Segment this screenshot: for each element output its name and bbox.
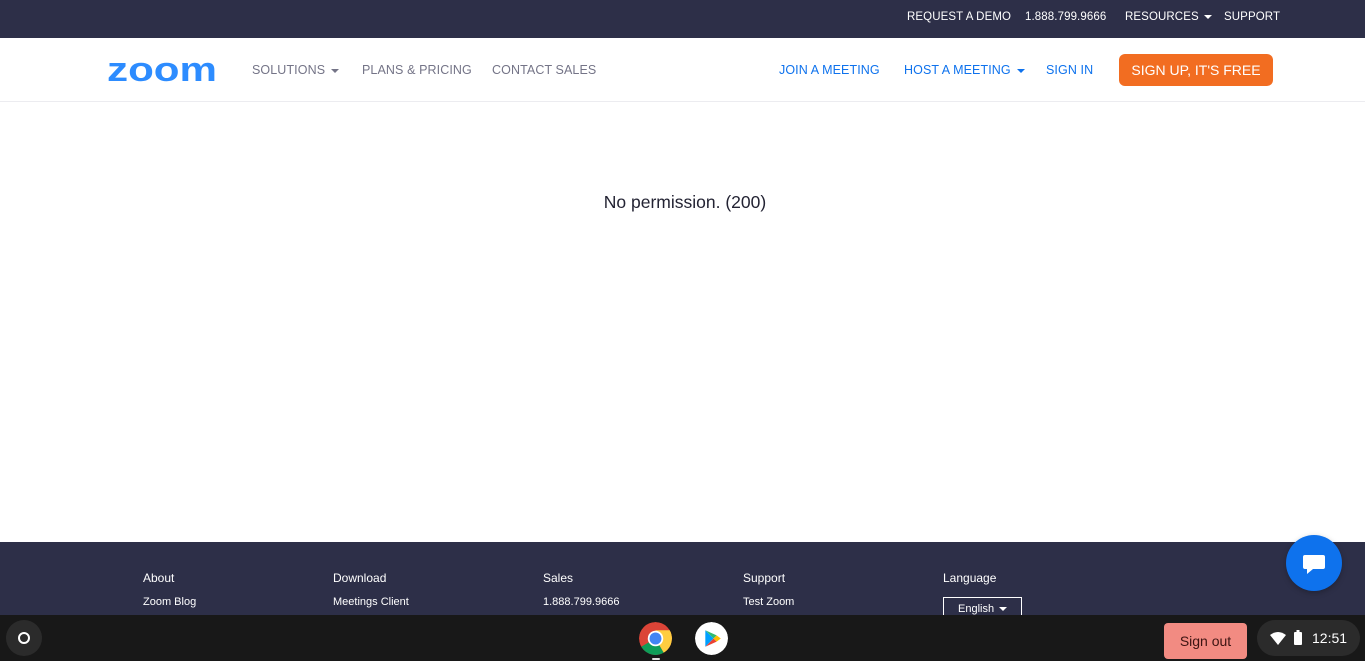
main-navbar: zoom SOLUTIONS PLANS & PRICING CONTACT S…: [0, 38, 1365, 102]
plans-pricing-link[interactable]: PLANS & PRICING: [362, 63, 472, 77]
top-utility-bar: REQUEST A DEMO 1.888.799.9666 RESOURCES …: [0, 0, 1365, 38]
chrome-icon[interactable]: [639, 622, 672, 655]
footer-heading-language: Language: [943, 571, 997, 585]
phone-link[interactable]: 1.888.799.9666: [1025, 11, 1106, 23]
sign-out-button[interactable]: Sign out: [1164, 623, 1247, 659]
chevron-down-icon: [1203, 14, 1212, 19]
chevron-down-icon: [1016, 68, 1025, 73]
zoom-blog-link[interactable]: Zoom Blog: [143, 596, 196, 608]
language-selected: English: [958, 603, 995, 615]
launcher-button[interactable]: [6, 620, 42, 656]
footer-col-sales: Sales 1.888.799.9666: [543, 571, 619, 608]
chat-icon: [1303, 555, 1325, 574]
system-tray[interactable]: 12:51: [1257, 620, 1360, 656]
sign-in-link[interactable]: SIGN IN: [1046, 63, 1093, 77]
footer-col-about: About Zoom Blog: [143, 571, 196, 608]
chevron-down-icon: [331, 68, 340, 73]
resources-label: RESOURCES: [1125, 11, 1199, 23]
wifi-icon: [1270, 632, 1286, 645]
battery-icon: [1294, 630, 1302, 645]
footer: About Zoom Blog Download Meetings Client…: [0, 542, 1365, 619]
request-demo-link[interactable]: REQUEST A DEMO: [907, 11, 1011, 23]
active-app-indicator: [652, 658, 660, 660]
solutions-menu[interactable]: SOLUTIONS: [252, 63, 340, 77]
footer-col-support: Support Test Zoom: [743, 571, 794, 608]
logo-text: zoom: [107, 55, 217, 85]
chat-button[interactable]: [1286, 535, 1342, 591]
contact-sales-link[interactable]: CONTACT SALES: [492, 63, 596, 77]
play-store-icon[interactable]: [695, 622, 728, 655]
chevron-down-icon: [999, 607, 1008, 612]
footer-heading-about: About: [143, 571, 175, 585]
support-link[interactable]: SUPPORT: [1224, 11, 1280, 23]
join-meeting-link[interactable]: JOIN A MEETING: [779, 63, 880, 77]
zoom-logo[interactable]: zoom: [107, 55, 219, 85]
sign-up-button[interactable]: SIGN UP, IT'S FREE: [1119, 54, 1273, 86]
sales-phone-link[interactable]: 1.888.799.9666: [543, 596, 619, 608]
launcher-icon: [18, 632, 30, 644]
os-shelf: Sign out 12:51: [0, 615, 1365, 661]
error-message: No permission. (200): [603, 192, 767, 212]
footer-col-download: Download Meetings Client: [333, 571, 409, 608]
resources-menu[interactable]: RESOURCES: [1125, 11, 1212, 23]
host-meeting-label: HOST A MEETING: [904, 63, 1011, 77]
solutions-label: SOLUTIONS: [252, 63, 326, 77]
footer-heading-download: Download: [333, 571, 387, 585]
clock: 12:51: [1312, 630, 1348, 646]
test-zoom-link[interactable]: Test Zoom: [743, 596, 794, 608]
footer-heading-support: Support: [743, 571, 786, 585]
footer-col-language: Language: [943, 571, 996, 585]
host-meeting-menu[interactable]: HOST A MEETING: [904, 63, 1025, 77]
meetings-client-link[interactable]: Meetings Client: [333, 596, 409, 608]
footer-heading-sales: Sales: [543, 571, 574, 585]
